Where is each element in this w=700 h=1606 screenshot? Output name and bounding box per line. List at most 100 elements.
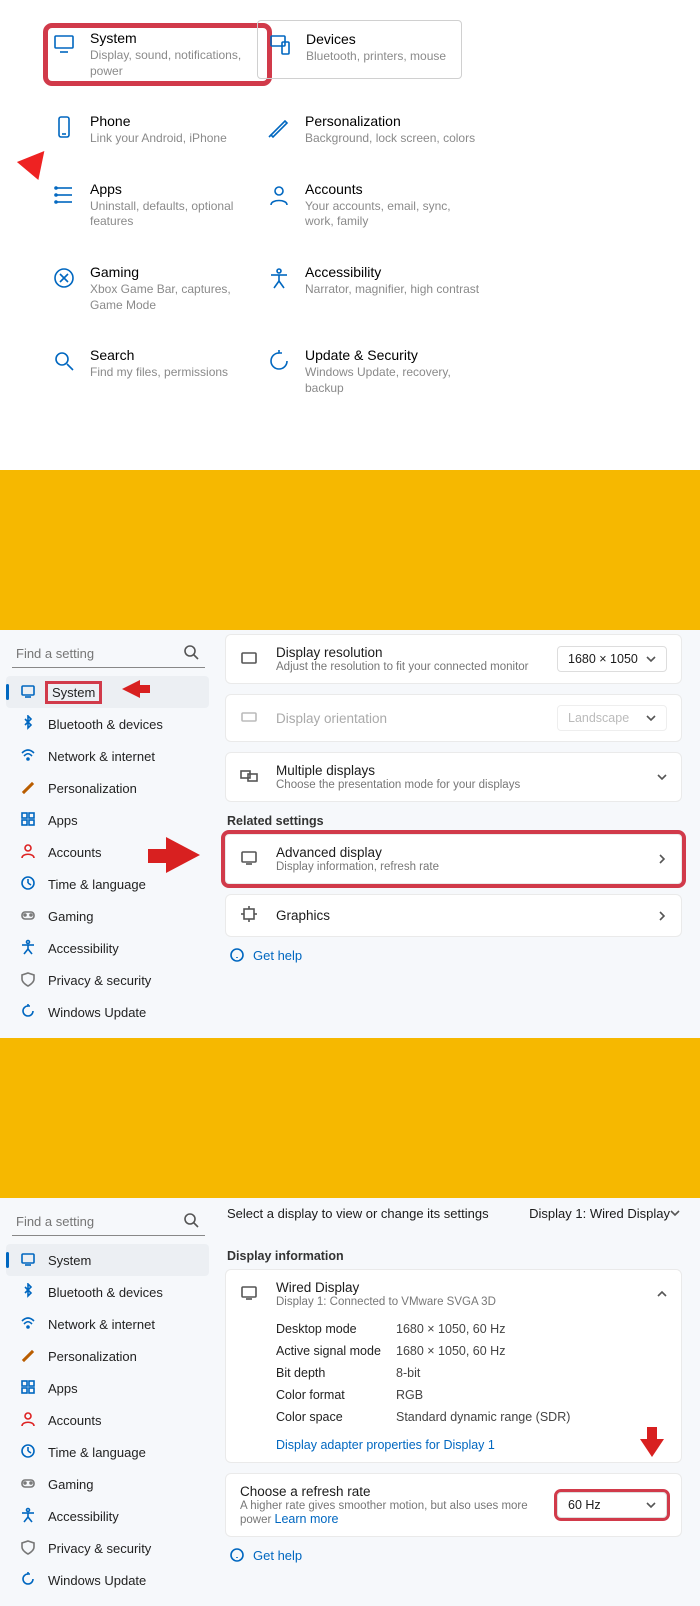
update-icon (265, 347, 293, 375)
search-icon (183, 1212, 199, 1228)
category-update[interactable]: Update & Security Windows Update, recover… (265, 347, 480, 396)
search-icon (183, 644, 199, 660)
accounts-icon (20, 1411, 38, 1429)
category-desc: Windows Update, recovery, backup (305, 365, 480, 396)
sidebar-item-network[interactable]: Network & internet (6, 740, 209, 772)
sidebar-item-accessibility[interactable]: Accessibility (6, 932, 209, 964)
search-input[interactable] (12, 1208, 205, 1236)
sidebar-item-gaming[interactable]: Gaming (6, 1468, 209, 1500)
sidebar-item-time[interactable]: Time & language (6, 1436, 209, 1468)
sidebar-item-label: Personalization (48, 1349, 137, 1364)
info-key: Bit depth (276, 1366, 396, 1380)
row-desc: Display information, refresh rate (276, 861, 657, 873)
info-row: Color spaceStandard dynamic range (SDR) (276, 1406, 667, 1428)
sidebar-item-personalization[interactable]: Personalization (6, 772, 209, 804)
apps-icon (50, 181, 78, 209)
category-title: Personalization (305, 113, 475, 129)
sidebar-item-update[interactable]: Windows Update (6, 1564, 209, 1596)
sidebar-item-privacy[interactable]: Privacy & security (6, 964, 209, 996)
orientation-icon (240, 708, 262, 729)
multiple-displays-row[interactable]: Multiple displaysChoose the presentation… (225, 752, 682, 802)
info-value: 1680 × 1050, 60 Hz (396, 1344, 505, 1358)
sidebar-item-personalization[interactable]: Personalization (6, 1340, 209, 1372)
system-icon (20, 683, 38, 701)
info-row: Active signal mode1680 × 1050, 60 Hz (276, 1340, 667, 1362)
sidebar-item-label: Apps (48, 1381, 78, 1396)
row-title: Graphics (276, 908, 657, 923)
settings-advanced-display: System Bluetooth & devices Network & inter… (0, 1198, 700, 1606)
display-info-card[interactable]: Wired DisplayDisplay 1: Connected to VMw… (225, 1269, 682, 1463)
row-title: Advanced display (276, 845, 657, 860)
sidebar-item-label: Accessibility (48, 941, 119, 956)
category-apps[interactable]: AppsUninstall, defaults, optional featur… (50, 181, 265, 230)
get-help-link[interactable]: Get help (229, 947, 682, 963)
sidebar-item-label: Gaming (48, 909, 94, 924)
sidebar-item-system[interactable]: System (6, 1244, 209, 1276)
sidebar-item-label: Network & internet (48, 749, 155, 764)
category-title: Gaming (90, 264, 265, 280)
info-key: Color space (276, 1410, 396, 1424)
bluetooth-icon (20, 1283, 38, 1301)
sidebar-item-network[interactable]: Network & internet (6, 1308, 209, 1340)
sidebar-item-label: Gaming (48, 1477, 94, 1492)
adapter-properties-link[interactable]: Display adapter properties for Display 1 (276, 1438, 495, 1452)
category-search[interactable]: SearchFind my files, permissions (50, 347, 265, 396)
sidebar-item-label: Time & language (48, 1445, 146, 1460)
orientation-dropdown: Landscape (557, 705, 667, 731)
sidebar-item-apps[interactable]: Apps (6, 804, 209, 836)
sidebar-item-update[interactable]: Windows Update (6, 996, 209, 1028)
category-desc: Find my files, permissions (90, 365, 228, 381)
category-desc: Display, sound, notifications, power (90, 48, 265, 79)
chevron-down-icon (646, 713, 656, 723)
update-icon (20, 1003, 38, 1021)
category-desc: Link your Android, iPhone (90, 131, 227, 147)
related-settings-label: Related settings (227, 814, 682, 828)
category-personalization[interactable]: PersonalizationBackground, lock screen, … (265, 113, 480, 147)
category-desc: Bluetooth, printers, mouse (306, 49, 446, 65)
refresh-rate-row[interactable]: Choose a refresh rateA higher rate gives… (225, 1473, 682, 1537)
sidebar-item-bluetooth[interactable]: Bluetooth & devices (6, 1276, 209, 1308)
category-devices[interactable]: DevicesBluetooth, printers, mouse (257, 20, 462, 79)
multi-display-icon (240, 767, 262, 788)
category-system[interactable]: SystemDisplay, sound, notifications, pow… (50, 30, 265, 79)
separator-band (0, 1038, 700, 1198)
sidebar-item-system[interactable]: System (6, 676, 209, 708)
sidebar-item-accounts[interactable]: Accounts (6, 1404, 209, 1436)
accounts-icon (20, 843, 38, 861)
sidebar-item-privacy[interactable]: Privacy & security (6, 1532, 209, 1564)
resolution-dropdown[interactable]: 1680 × 1050 (557, 646, 667, 672)
sidebar-item-label: Bluetooth & devices (48, 1285, 163, 1300)
sidebar-item-label: System (48, 684, 99, 701)
learn-more-link[interactable]: Learn more (275, 1512, 339, 1526)
display-selector-dropdown[interactable]: Display 1: Wired Display (529, 1206, 680, 1221)
info-key: Active signal mode (276, 1344, 396, 1358)
advanced-display-row[interactable]: Advanced displayDisplay information, ref… (225, 834, 682, 884)
resolution-icon (240, 649, 262, 670)
info-key: Color format (276, 1388, 396, 1402)
sidebar-item-gaming[interactable]: Gaming (6, 900, 209, 932)
row-title: Display resolution (276, 645, 557, 660)
sidebar-item-bluetooth[interactable]: Bluetooth & devices (6, 708, 209, 740)
category-phone[interactable]: PhoneLink your Android, iPhone (50, 113, 265, 147)
display-resolution-row[interactable]: Display resolutionAdjust the resolution … (225, 634, 682, 684)
search-input-wrap (12, 640, 205, 668)
get-help-link[interactable]: Get help (229, 1547, 682, 1563)
info-row: Color formatRGB (276, 1384, 667, 1406)
sidebar-item-apps[interactable]: Apps (6, 1372, 209, 1404)
info-value: Standard dynamic range (SDR) (396, 1410, 570, 1424)
refresh-rate-dropdown[interactable]: 60 Hz (557, 1492, 667, 1518)
category-desc: Xbox Game Bar, captures, Game Mode (90, 282, 265, 313)
category-gaming[interactable]: Gaming Xbox Game Bar, captures, Game Mode (50, 264, 265, 313)
sidebar-item-accessibility[interactable]: Accessibility (6, 1500, 209, 1532)
chevron-down-icon (646, 654, 656, 664)
chevron-down-icon (657, 772, 667, 782)
settings-home: SystemDisplay, sound, notifications, pow… (0, 0, 700, 470)
update-icon (20, 1571, 38, 1589)
graphics-row[interactable]: Graphics (225, 894, 682, 937)
category-accounts[interactable]: AccountsYour accounts, email, sync, work… (265, 181, 480, 230)
search-input[interactable] (12, 640, 205, 668)
chip-icon (240, 905, 262, 926)
category-title: Update & Security (305, 347, 480, 363)
category-accessibility[interactable]: AccessibilityNarrator, magnifier, high c… (265, 264, 480, 313)
row-title: Choose a refresh rate (240, 1484, 557, 1499)
